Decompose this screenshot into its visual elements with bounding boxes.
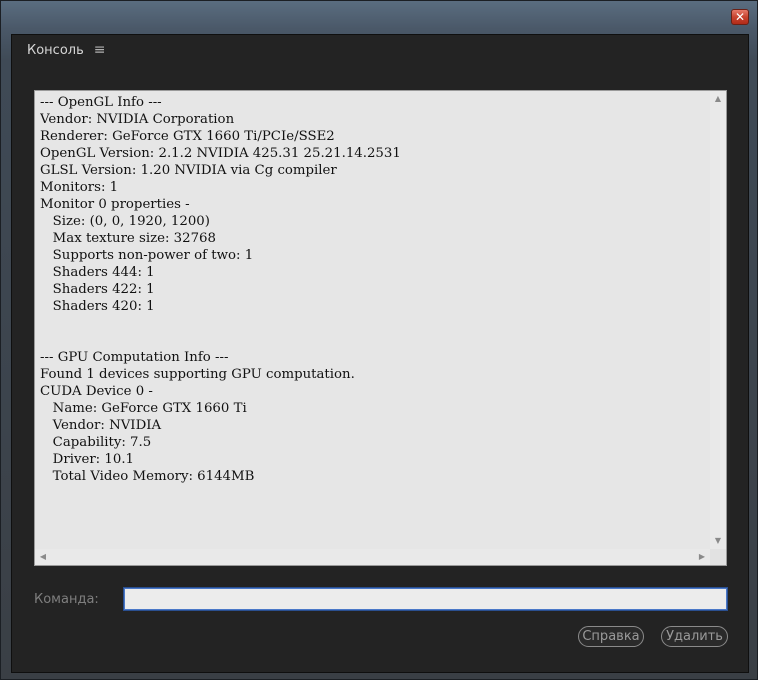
delete-button[interactable]: Удалить xyxy=(661,626,728,647)
scroll-up-icon[interactable]: ▲ xyxy=(710,91,726,107)
close-window-button[interactable]: ✕ xyxy=(731,9,749,25)
window-frame: ✕ Консоль ≡ --- OpenGL Info --- Vendor: … xyxy=(0,0,758,680)
close-icon: ✕ xyxy=(734,10,746,24)
command-input[interactable] xyxy=(124,588,727,610)
horizontal-scrollbar[interactable]: ◀ ▶ xyxy=(35,549,710,565)
scroll-left-icon[interactable]: ◀ xyxy=(35,549,51,565)
title-bar[interactable]: ✕ xyxy=(1,1,757,31)
scroll-right-icon[interactable]: ▶ xyxy=(694,549,710,565)
command-label: Команда: xyxy=(34,592,99,607)
panel-title: Консоль xyxy=(27,42,84,58)
console-text: --- OpenGL Info --- Vendor: NVIDIA Corpo… xyxy=(40,95,401,484)
scroll-corner xyxy=(710,549,726,565)
console-panel: Консоль ≡ --- OpenGL Info --- Vendor: NV… xyxy=(11,34,749,673)
console-output[interactable]: --- OpenGL Info --- Vendor: NVIDIA Corpo… xyxy=(34,90,727,566)
vertical-scrollbar[interactable]: ▲ ▼ xyxy=(710,91,726,549)
panel-menu-icon[interactable]: ≡ xyxy=(94,42,106,58)
scroll-down-icon[interactable]: ▼ xyxy=(710,533,726,549)
help-button[interactable]: Справка xyxy=(578,626,644,647)
panel-header: Консоль ≡ xyxy=(27,42,106,58)
